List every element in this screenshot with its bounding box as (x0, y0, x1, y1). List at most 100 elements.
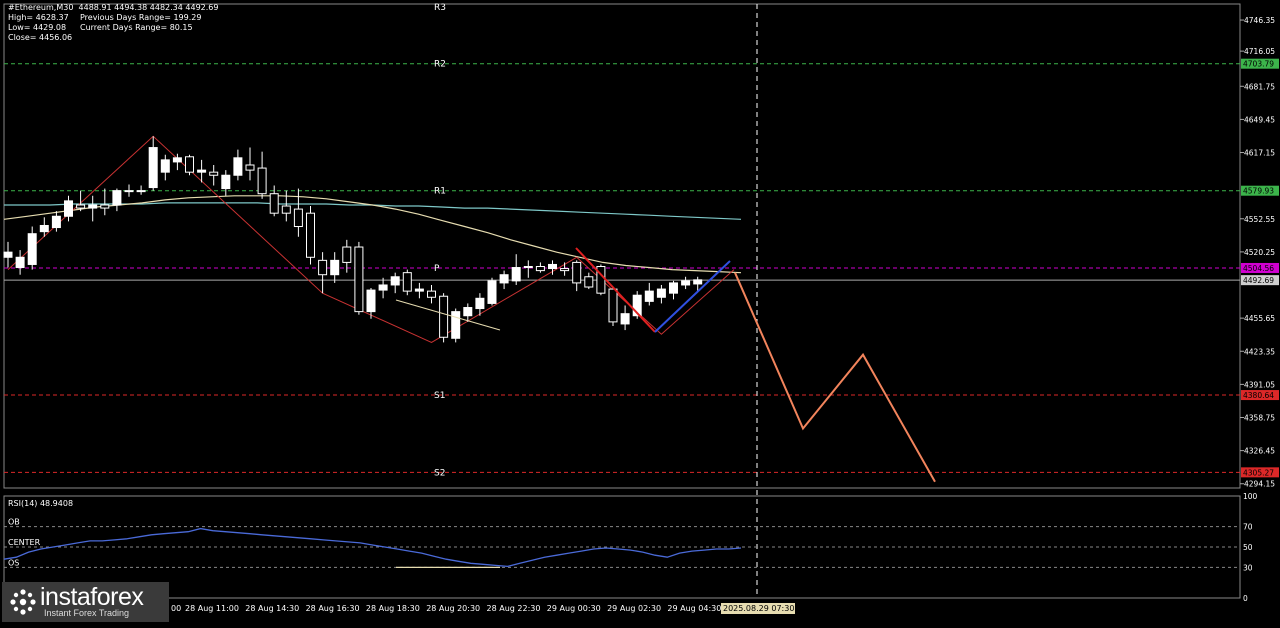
candle-body (499, 274, 509, 284)
price-tick-label: 4358.75 (1244, 414, 1275, 423)
time-tick-label: 28 Aug 18:30 (366, 604, 420, 613)
price-tick-label: 4326.45 (1244, 447, 1275, 456)
candle-body (3, 251, 13, 258)
chart-ohlc: 4488.91 4494.38 4482.34 4492.69 (78, 3, 219, 12)
candle-body (511, 267, 521, 282)
candle-body (172, 157, 182, 163)
time-tick-label: 00 (171, 604, 181, 613)
candle-body (185, 156, 194, 173)
candle-body (572, 261, 582, 284)
candle-body (463, 307, 473, 317)
previous-days-range: Previous Days Range= 199.29 (80, 13, 202, 22)
price-box-label-s1: 4380.64 (1243, 391, 1274, 400)
candle-body (487, 280, 497, 304)
time-tick-label: 29 Aug 00:30 (547, 604, 601, 613)
pivot-label-s1: S1 (434, 391, 445, 401)
current-price-label: 4492.69 (1243, 276, 1274, 285)
candle-body (124, 190, 134, 193)
chart-info-panel: #Ethereum,M30 4488.91 4494.38 4482.34 44… (8, 3, 218, 43)
price-box-label-r2: 4703.79 (1243, 60, 1274, 69)
candle-body (269, 193, 279, 214)
candle-body (318, 259, 328, 276)
rsi-tick-label: 30 (1243, 563, 1253, 572)
daily-high: High= 4628.37 (8, 13, 69, 22)
candle-body (245, 164, 255, 171)
candle-body (560, 268, 570, 272)
candle-body (148, 147, 158, 189)
candle-body (608, 288, 618, 323)
candle-body (15, 256, 25, 269)
price-tick-label: 4423.35 (1244, 347, 1275, 356)
candle-body (535, 266, 545, 272)
candle-body (293, 208, 303, 228)
time-tick-label: 28 Aug 20:30 (426, 604, 480, 613)
candle-body (693, 279, 703, 285)
candle-body (656, 288, 666, 298)
pivot-label-r3: R3 (434, 3, 446, 13)
rsi-title: RSI(14) 48.9408 (8, 499, 73, 508)
time-tick-label: 28 Aug 22:30 (487, 604, 541, 613)
candle-body (402, 272, 412, 292)
candle-body (76, 204, 86, 209)
time-tick-label: 29 Aug 02:30 (607, 604, 661, 613)
instaforex-logo-icon (10, 589, 36, 615)
time-tick-label: 28 Aug 14:30 (245, 604, 299, 613)
price-box-label-p: 4504.56 (1243, 264, 1274, 273)
candle-body (112, 190, 122, 206)
candle-body (160, 159, 170, 173)
candle-body (644, 290, 654, 302)
rsi-tick-label: 0 (1243, 594, 1248, 603)
candle-body (475, 297, 485, 310)
candle-body (27, 233, 37, 265)
rsi-level-label-ob: OB (8, 518, 20, 527)
watermark-brand: instaforex (40, 583, 144, 611)
candle-body (354, 246, 364, 313)
rsi-level-label-center: CENTER (8, 538, 41, 547)
rsi-level-label-os: OS (8, 558, 19, 567)
candle-body (39, 224, 49, 233)
candle-body (681, 280, 691, 286)
main-pane-frame (3, 3, 1241, 489)
candle-body (548, 263, 557, 270)
candle-body (136, 190, 146, 193)
pivot-label-r2: R2 (434, 60, 446, 70)
price-tick-label: 4681.75 (1244, 82, 1275, 91)
time-tick-label: 29 Aug 04:30 (667, 604, 721, 613)
candle-body (366, 289, 376, 313)
watermark-tagline: Instant Forex Trading (44, 608, 130, 618)
price-box-label-r1: 4579.93 (1243, 187, 1274, 196)
rsi-tick-label: 100 (1243, 492, 1258, 501)
price-chart[interactable]: 4746.35 4716.05 4681.75 4649.45 4617.15 4552.… (0, 0, 1280, 624)
candle-body (584, 276, 594, 288)
candle-body (342, 246, 352, 263)
chart-area[interactable]: 4746.35 4716.05 4681.75 4649.45 4617.15 4552.… (0, 0, 1280, 624)
time-tick-label: 28 Aug 16:30 (306, 604, 360, 613)
chart-symbol: #Ethereum,M30 (8, 3, 74, 12)
candle-body (51, 215, 61, 229)
pivot-label-s2: S2 (434, 468, 445, 478)
candle-body (281, 205, 291, 214)
candle-body (100, 204, 110, 209)
candle-body (427, 290, 436, 298)
daily-low: Low= 4429.08 (8, 23, 67, 32)
candle-body (306, 212, 315, 258)
candle-body (197, 169, 207, 173)
price-tick-label: 4294.15 (1244, 480, 1275, 489)
price-tick-label: 4520.25 (1244, 248, 1275, 257)
candle-body (378, 284, 388, 291)
candle-body (390, 276, 400, 286)
candle-body (257, 167, 267, 195)
candle-body (439, 295, 449, 338)
price-box-label-s2: 4305.27 (1243, 468, 1274, 477)
time-highlight-label: 2025.08.29 07:30 (723, 604, 794, 613)
price-tick-label: 4391.05 (1244, 380, 1275, 389)
rsi-tick-label: 70 (1243, 523, 1253, 532)
price-tick-label: 4746.35 (1244, 16, 1275, 25)
candle-body (64, 200, 73, 217)
forecast-path (734, 272, 936, 483)
candle-body (88, 204, 98, 209)
pivot-label-r1: R1 (434, 187, 446, 197)
candle-body (669, 282, 678, 294)
current-days-range: Current Days Range= 80.15 (80, 23, 193, 32)
time-tick-label: 28 Aug 11:00 (185, 604, 239, 613)
